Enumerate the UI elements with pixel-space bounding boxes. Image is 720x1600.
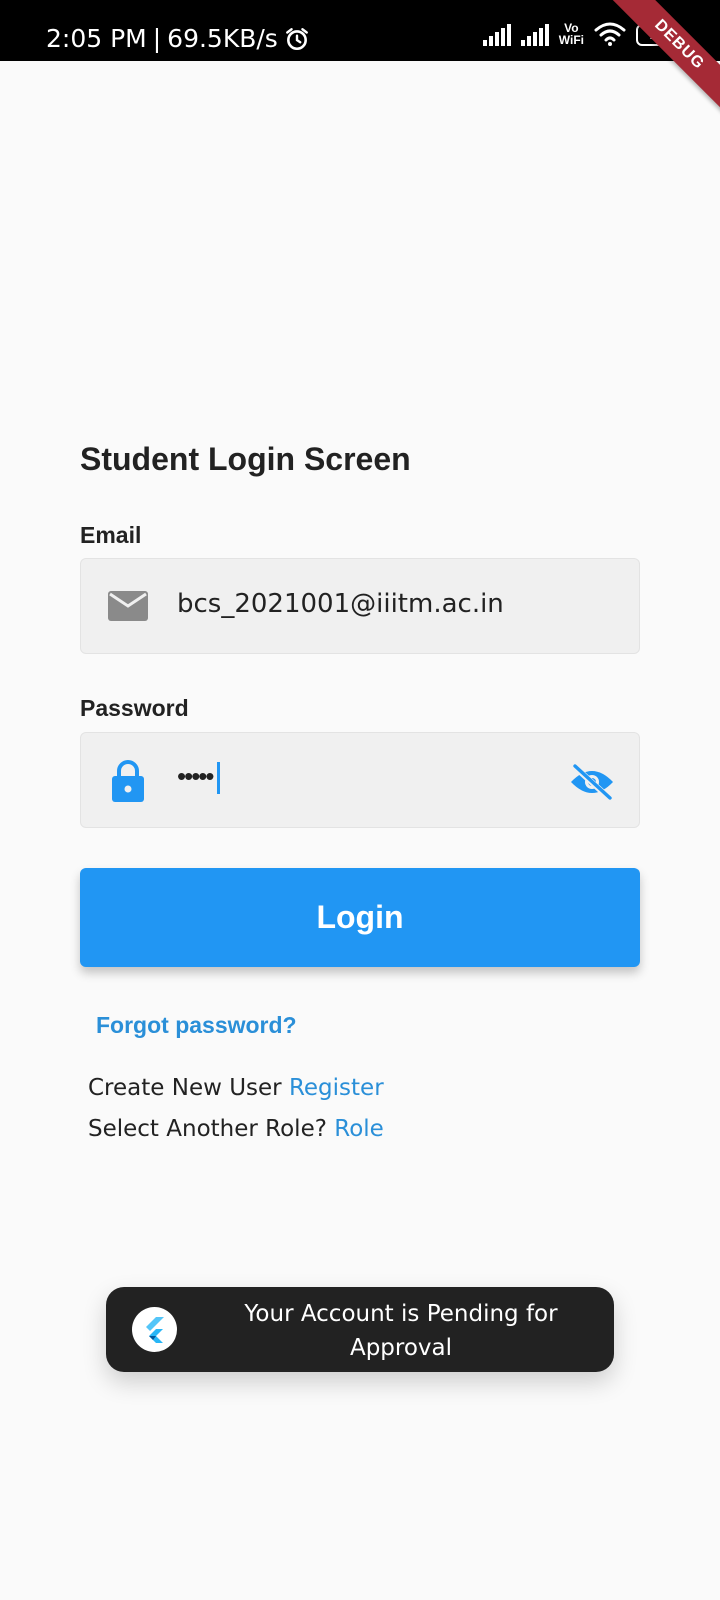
role-link[interactable]: Role — [334, 1116, 384, 1142]
status-left: 2:05 PM | 69.5KB/s — [46, 24, 310, 53]
status-separator: | — [152, 24, 162, 53]
email-field[interactable]: bcs_2021001@iiitm.ac.in — [80, 558, 640, 654]
login-button[interactable]: Login — [80, 868, 640, 967]
email-value: bcs_2021001@iiitm.ac.in — [177, 589, 504, 619]
toast-notification: Your Account is Pending for Approval — [106, 1287, 614, 1372]
status-time: 2:05 PM — [46, 24, 147, 53]
register-prompt: Create New User Register — [88, 1075, 384, 1101]
page-title: Student Login Screen — [80, 441, 411, 477]
role-prompt: Select Another Role? Role — [88, 1116, 384, 1142]
status-bar: 2:05 PM | 69.5KB/s Vo WiFi 29 — [0, 0, 720, 61]
wifi-icon — [594, 22, 626, 46]
password-label: Password — [80, 695, 189, 721]
flutter-logo-icon — [132, 1307, 177, 1352]
eye-off-icon[interactable] — [569, 764, 615, 800]
toast-message: Your Account is Pending for Approval — [244, 1301, 558, 1361]
role-prompt-text: Select Another Role? — [88, 1116, 327, 1142]
signal-icon — [482, 24, 511, 46]
password-value: ••••• — [177, 761, 220, 795]
mail-icon — [108, 591, 148, 621]
vowifi-indicator: Vo WiFi — [558, 21, 584, 47]
forgot-password-link[interactable]: Forgot password? — [96, 1012, 297, 1039]
network-speed: 69.5KB/s — [167, 24, 278, 53]
register-link[interactable]: Register — [289, 1075, 384, 1101]
alarm-icon — [285, 27, 308, 50]
text-cursor — [216, 762, 220, 795]
signal-icon-2 — [520, 24, 549, 46]
lock-icon — [112, 760, 144, 802]
password-field[interactable]: ••••• — [80, 732, 640, 828]
email-label: Email — [80, 522, 142, 548]
register-prompt-text: Create New User — [88, 1075, 282, 1101]
